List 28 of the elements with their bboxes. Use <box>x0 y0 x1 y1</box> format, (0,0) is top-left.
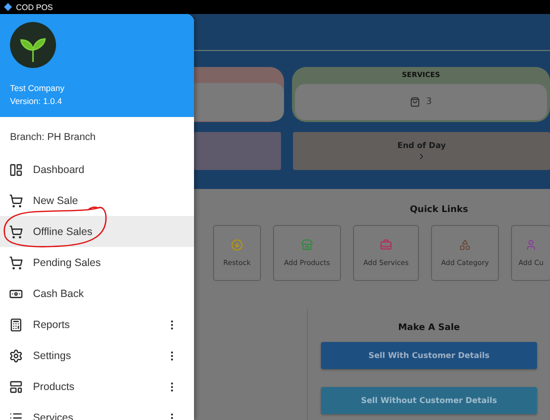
cart-icon <box>9 256 23 270</box>
nav-item[interactable]: Dashboard <box>0 154 194 185</box>
logo-drawing <box>10 22 56 68</box>
sell-button[interactable]: Sell With Customer Details <box>321 342 537 369</box>
nav-item[interactable]: Offline Sales <box>0 216 194 247</box>
branch-label: Branch: PH Branch <box>9 131 97 145</box>
layout-icon <box>9 380 23 394</box>
nav-item[interactable]: Cash Back <box>0 278 194 309</box>
company-name: Test Company <box>10 82 66 95</box>
section-title: Quick Links <box>410 205 468 215</box>
bag-icon <box>410 97 420 107</box>
nav-item[interactable]: Reports <box>0 309 194 340</box>
end-of-day-label: End of Day <box>397 141 446 150</box>
window-title: COD POS <box>16 2 53 12</box>
calculator-icon <box>9 318 23 332</box>
services-count: 3 <box>426 97 432 107</box>
dashboard-icon <box>9 162 23 176</box>
cart-icon <box>9 224 23 238</box>
app-logo-icon <box>4 3 12 11</box>
action-tile[interactable] <box>194 132 282 170</box>
nav-item[interactable]: New Sale <box>0 185 194 216</box>
section-title: Make A Sale <box>398 323 460 333</box>
nav-item[interactable]: Settings <box>0 340 194 371</box>
settings-icon <box>9 348 23 362</box>
nav-item[interactable]: Products <box>0 371 194 402</box>
nav-item[interactable]: Pending Sales <box>0 247 194 278</box>
version-text: Version: 1.0.4 <box>10 95 63 108</box>
cart-icon <box>9 194 23 208</box>
